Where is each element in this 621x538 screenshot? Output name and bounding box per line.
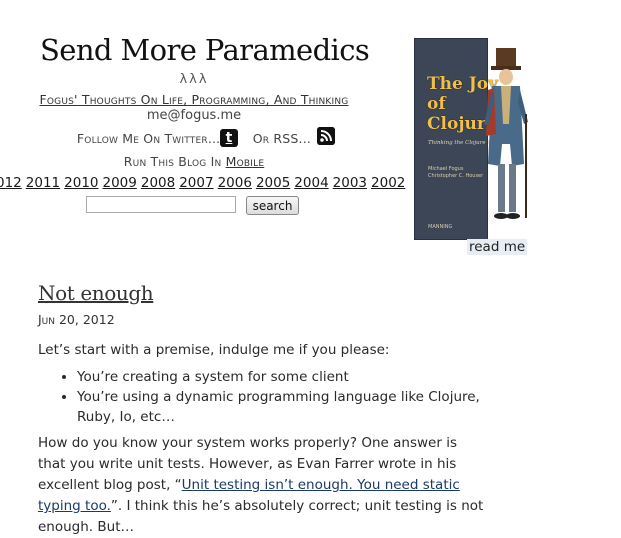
- year-link[interactable]: 2011: [26, 175, 60, 191]
- mobile-link[interactable]: Mobile: [226, 154, 265, 169]
- year-link[interactable]: 2003: [333, 175, 367, 191]
- year-link[interactable]: 2005: [256, 175, 290, 191]
- run-label: Run This Blog In: [123, 154, 222, 169]
- search-button[interactable]: search: [246, 196, 299, 215]
- post-intro: Let’s start with a premise, indulge me i…: [38, 342, 390, 358]
- year-archive: 012 2011 2010 2009 2008 2007 2006 2005 2004 2003 2…: [0, 175, 409, 191]
- list-item: You’re using a dynamic programming langu…: [77, 387, 487, 427]
- site-title[interactable]: Send More Paramedics: [40, 33, 370, 67]
- read-me-link[interactable]: read me: [467, 239, 528, 255]
- post-date: Jun 20, 2012: [38, 312, 115, 327]
- year-link[interactable]: 2004: [294, 175, 328, 191]
- year-link[interactable]: 2008: [141, 175, 175, 191]
- year-link[interactable]: 2002: [371, 175, 405, 191]
- book-publisher: MANNING: [428, 224, 453, 230]
- post-bullet-list: You’re creating a system for some client…: [55, 367, 487, 427]
- year-link[interactable]: 2007: [179, 175, 213, 191]
- year-link[interactable]: 2010: [64, 175, 98, 191]
- email-address: me@fogus.me: [146, 108, 242, 123]
- lambda-glyphs: λλλ: [179, 72, 209, 87]
- list-item: You’re creating a system for some client: [77, 367, 487, 387]
- book-cover-figure-illustration: [484, 48, 528, 219]
- post-title-link[interactable]: Not enough: [38, 281, 154, 305]
- rss-icon[interactable]: [317, 127, 335, 145]
- follow-twitter-label: Follow Me On Twitter...: [76, 131, 221, 146]
- tagline: Fogus' Thoughts On Life, Programming, An…: [0, 92, 388, 107]
- twitter-icon[interactable]: t: [220, 129, 238, 147]
- or-rss-label: Or RSS...: [252, 131, 312, 146]
- year-link[interactable]: 2006: [218, 175, 252, 191]
- year-link[interactable]: 012: [0, 175, 22, 191]
- year-link[interactable]: 2009: [103, 175, 137, 191]
- mobile-line: Run This Blog In Mobile: [0, 154, 388, 169]
- tagline-link[interactable]: Fogus' Thoughts On Life, Programming, An…: [40, 92, 349, 107]
- search-input[interactable]: [86, 196, 236, 213]
- post-body: How do you know your system works proper…: [38, 433, 488, 538]
- book-ad[interactable]: The Joy of Clojure Thinking the Clojure …: [414, 38, 530, 240]
